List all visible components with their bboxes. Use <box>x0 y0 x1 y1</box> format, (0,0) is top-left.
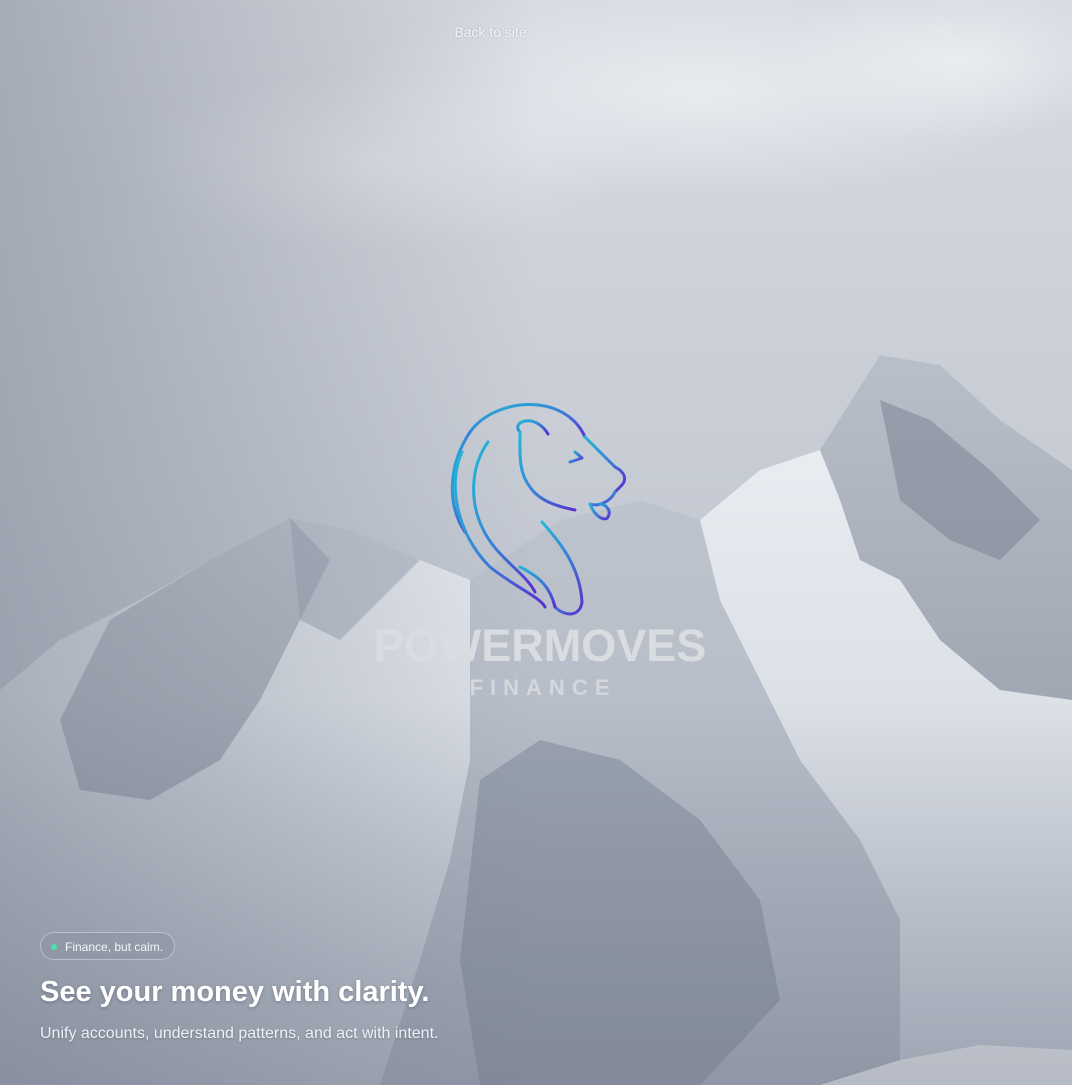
lion-head-icon <box>450 403 627 616</box>
brand-logo: POWERMOVES FINANCE <box>370 392 710 712</box>
hero-subheadline: Unify accounts, understand patterns, and… <box>40 1025 439 1042</box>
brand-tagline: FINANCE <box>469 675 617 700</box>
back-to-site-link[interactable]: Back to site <box>0 24 981 40</box>
brand-name: POWERMOVES <box>373 620 707 671</box>
badge-label: Finance, but calm. <box>65 940 164 954</box>
tagline-badge: Finance, but calm. <box>40 932 176 960</box>
hero-headline: See your money with clarity. <box>40 976 430 1008</box>
status-dot-icon <box>51 944 57 950</box>
